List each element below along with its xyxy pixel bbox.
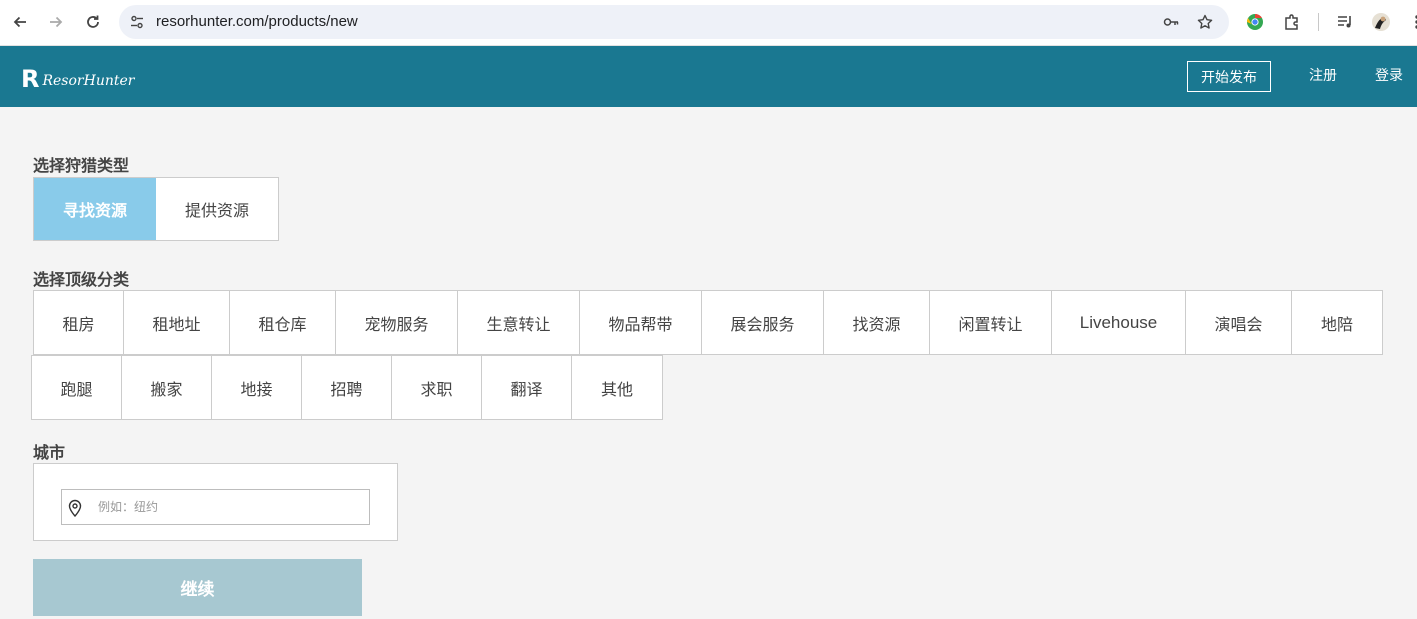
site-logo[interactable]: R ResorHunter <box>21 64 134 92</box>
category-item[interactable]: 生意转让 <box>458 291 580 354</box>
category-item[interactable]: 求职 <box>392 356 482 419</box>
forward-arrow-icon <box>50 16 63 28</box>
category-item[interactable]: 物品帮带 <box>580 291 702 354</box>
back-arrow-icon <box>13 16 26 28</box>
back-button[interactable] <box>7 9 33 35</box>
reload-icon <box>87 15 99 28</box>
media-queue-icon[interactable] <box>1335 12 1355 32</box>
toolbar-separator <box>1318 13 1319 31</box>
continue-button[interactable]: 继续 <box>33 559 362 616</box>
category-title: 选择顶级分类 <box>33 270 130 289</box>
category-item[interactable]: 租仓库 <box>230 291 336 354</box>
hunt-type-option-seek[interactable]: 寻找资源 <box>34 178 156 240</box>
hunt-type-option-offer[interactable]: 提供资源 <box>156 178 278 240</box>
location-pin-icon <box>68 499 82 517</box>
city-panel <box>33 463 398 541</box>
category-item[interactable]: 跑腿 <box>32 356 122 419</box>
category-item[interactable]: 找资源 <box>824 291 930 354</box>
browser-toolbar: resorhunter.com/products/new <box>0 0 1417 46</box>
start-publish-button[interactable]: 开始发布 <box>1187 61 1271 92</box>
category-item[interactable]: 闲置转让 <box>930 291 1052 354</box>
hunt-type-title: 选择狩猎类型 <box>33 156 130 175</box>
city-title: 城市 <box>33 443 66 462</box>
category-item[interactable]: 地陪 <box>1292 291 1383 354</box>
category-item[interactable]: 招聘 <box>302 356 392 419</box>
city-input[interactable] <box>98 490 366 524</box>
category-item[interactable]: Livehouse <box>1052 291 1186 354</box>
url-text: resorhunter.com/products/new <box>156 13 358 30</box>
register-link[interactable]: 注册 <box>1309 61 1337 92</box>
category-row-1: 租房 租地址 租仓库 宠物服务 生意转让 物品帮带 展会服务 找资源 闲置转让 … <box>33 290 1383 355</box>
password-key-icon[interactable] <box>1163 14 1179 30</box>
category-item[interactable]: 演唱会 <box>1186 291 1292 354</box>
login-link[interactable]: 登录 <box>1375 61 1403 92</box>
category-row-2: 跑腿 搬家 地接 招聘 求职 翻译 其他 <box>31 355 663 420</box>
profile-avatar-icon[interactable] <box>1371 12 1391 32</box>
category-item[interactable]: 地接 <box>212 356 302 419</box>
chrome-extension-icon[interactable] <box>1245 12 1265 32</box>
logo-text: ResorHunter <box>42 73 135 89</box>
category-item[interactable]: 搬家 <box>122 356 212 419</box>
category-item[interactable]: 展会服务 <box>702 291 824 354</box>
site-header: R ResorHunter 开始发布 注册 登录 <box>0 46 1417 107</box>
logo-mark: R <box>21 65 40 93</box>
address-bar[interactable]: resorhunter.com/products/new <box>119 5 1229 39</box>
hunt-type-toggle: 寻找资源 提供资源 <box>33 177 279 241</box>
category-item[interactable]: 租地址 <box>124 291 230 354</box>
site-settings-icon[interactable] <box>129 14 145 30</box>
extensions-puzzle-icon[interactable] <box>1282 12 1302 32</box>
category-item[interactable]: 宠物服务 <box>336 291 458 354</box>
chrome-menu-icon[interactable] <box>1407 12 1417 32</box>
category-item[interactable]: 租房 <box>34 291 124 354</box>
forward-button[interactable] <box>43 9 69 35</box>
bookmark-star-icon[interactable] <box>1197 14 1213 30</box>
reload-button[interactable] <box>80 9 106 35</box>
category-item[interactable]: 翻译 <box>482 356 572 419</box>
city-input-wrapper[interactable] <box>61 489 370 525</box>
category-item[interactable]: 其他 <box>572 356 663 419</box>
